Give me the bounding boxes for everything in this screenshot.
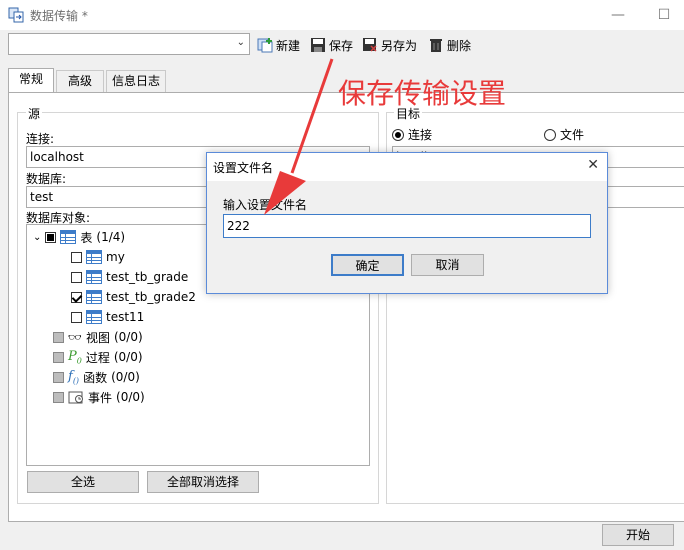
table-item-checkbox[interactable] (71, 271, 82, 283)
procedures-checkbox[interactable] (53, 351, 64, 363)
procedures-label: 过程 (85, 350, 110, 365)
table-item-name: test11 (106, 310, 145, 324)
start-button[interactable]: 开始 (602, 524, 674, 546)
table-icon (86, 310, 102, 324)
delete-button-label: 删除 (447, 38, 472, 53)
maximize-button[interactable]: ☐ (644, 0, 684, 30)
table-item-name: my (106, 250, 125, 264)
table-item-name: test_tb_grade (106, 270, 189, 284)
bottom-bar (0, 522, 684, 550)
views-label: 视图 (85, 330, 110, 345)
tree-item-table[interactable]: test_tb_grade (71, 267, 188, 287)
tree-item-table[interactable]: test11 (71, 307, 144, 327)
annotation-text: 保存传输设置 (338, 77, 507, 110)
table-icon (60, 230, 77, 244)
new-button[interactable]: 新建 (257, 36, 300, 54)
tables-label: 表 (80, 230, 93, 245)
functions-count: (0/0) (111, 370, 140, 384)
data-transfer-app-icon (8, 7, 24, 23)
trash-icon (430, 39, 442, 52)
table-item-checkbox[interactable] (71, 251, 82, 263)
minimize-button[interactable]: — (598, 0, 638, 30)
tree-node-functions[interactable]: f() 函数 (0/0) (53, 367, 140, 387)
events-count: (0/0) (116, 390, 145, 404)
functions-label: 函数 (83, 370, 108, 385)
close-icon[interactable]: ✕ (587, 157, 599, 173)
table-item-name: test_tb_grade2 (106, 290, 196, 304)
tree-node-events[interactable]: 事件 (0/0) (53, 387, 145, 407)
events-label: 事件 (88, 390, 113, 405)
chevron-down-icon[interactable]: ⌄ (33, 232, 41, 243)
save-button-label: 保存 (329, 38, 354, 53)
procedures-count: (0/0) (113, 350, 143, 364)
table-icon (86, 270, 102, 284)
tab-general[interactable]: 常规 (8, 68, 54, 93)
table-item-checkbox[interactable] (71, 311, 82, 323)
views-checkbox[interactable] (53, 331, 64, 343)
tree-node-views[interactable]: 👓︎ 视图 (0/0) (53, 327, 143, 347)
event-calendar-icon (68, 391, 83, 404)
source-database-label: 数据库: (26, 172, 67, 186)
table-icon (86, 290, 102, 304)
tab-message-log[interactable]: 信息日志 (106, 70, 166, 92)
radio-indicator (392, 128, 404, 141)
deselect-all-button[interactable]: 全部取消选择 (147, 471, 259, 493)
table-icon (86, 250, 102, 264)
delete-button[interactable]: 删除 (428, 36, 471, 54)
tree-item-table[interactable]: my (71, 247, 125, 267)
cancel-button[interactable]: 取消 (411, 254, 484, 276)
target-connection-radio[interactable]: 连接 (392, 126, 432, 143)
tree-node-tables[interactable]: ⌄ 表 (1/4) (33, 227, 125, 247)
radio-indicator (544, 128, 556, 141)
tree-item-table[interactable]: test_tb_grade2 (71, 287, 196, 307)
target-connection-radio-label: 连接 (408, 128, 433, 142)
events-checkbox[interactable] (53, 391, 64, 403)
tables-checkbox[interactable] (45, 231, 57, 243)
functions-checkbox[interactable] (53, 371, 64, 383)
chevron-down-icon[interactable]: ⌄ (237, 37, 245, 48)
profile-combobox[interactable]: ⌄ (8, 33, 250, 55)
table-item-checkbox[interactable] (71, 291, 82, 303)
new-file-icon (257, 38, 273, 53)
glasses-icon: 👓︎ (68, 330, 82, 344)
new-button-label: 新建 (276, 38, 301, 53)
ok-button[interactable]: 确定 (331, 254, 404, 276)
target-file-radio-label: 文件 (560, 128, 585, 142)
procedure-icon: P0 (68, 348, 82, 366)
save-as-icon (363, 38, 377, 52)
window-title: 数据传输 * (30, 9, 88, 23)
save-button[interactable]: 保存 (310, 36, 353, 54)
save-as-button-label: 另存为 (381, 38, 418, 53)
source-group-label: 源 (26, 105, 43, 122)
tab-advanced[interactable]: 高级 (56, 70, 104, 92)
function-icon: f() (68, 368, 80, 386)
target-file-radio[interactable]: 文件 (544, 126, 584, 143)
views-count: (0/0) (113, 330, 143, 344)
source-connection-label: 连接: (26, 132, 55, 146)
save-as-button[interactable]: 另存为 (362, 36, 417, 54)
tree-node-procedures[interactable]: P0 过程 (0/0) (53, 347, 143, 367)
title-bar: 数据传输 * — ☐ (0, 0, 684, 30)
tables-count: (1/4) (96, 230, 126, 244)
annotation-arrow-icon (264, 58, 334, 215)
floppy-disk-icon (311, 38, 325, 52)
select-all-button[interactable]: 全选 (27, 471, 139, 493)
